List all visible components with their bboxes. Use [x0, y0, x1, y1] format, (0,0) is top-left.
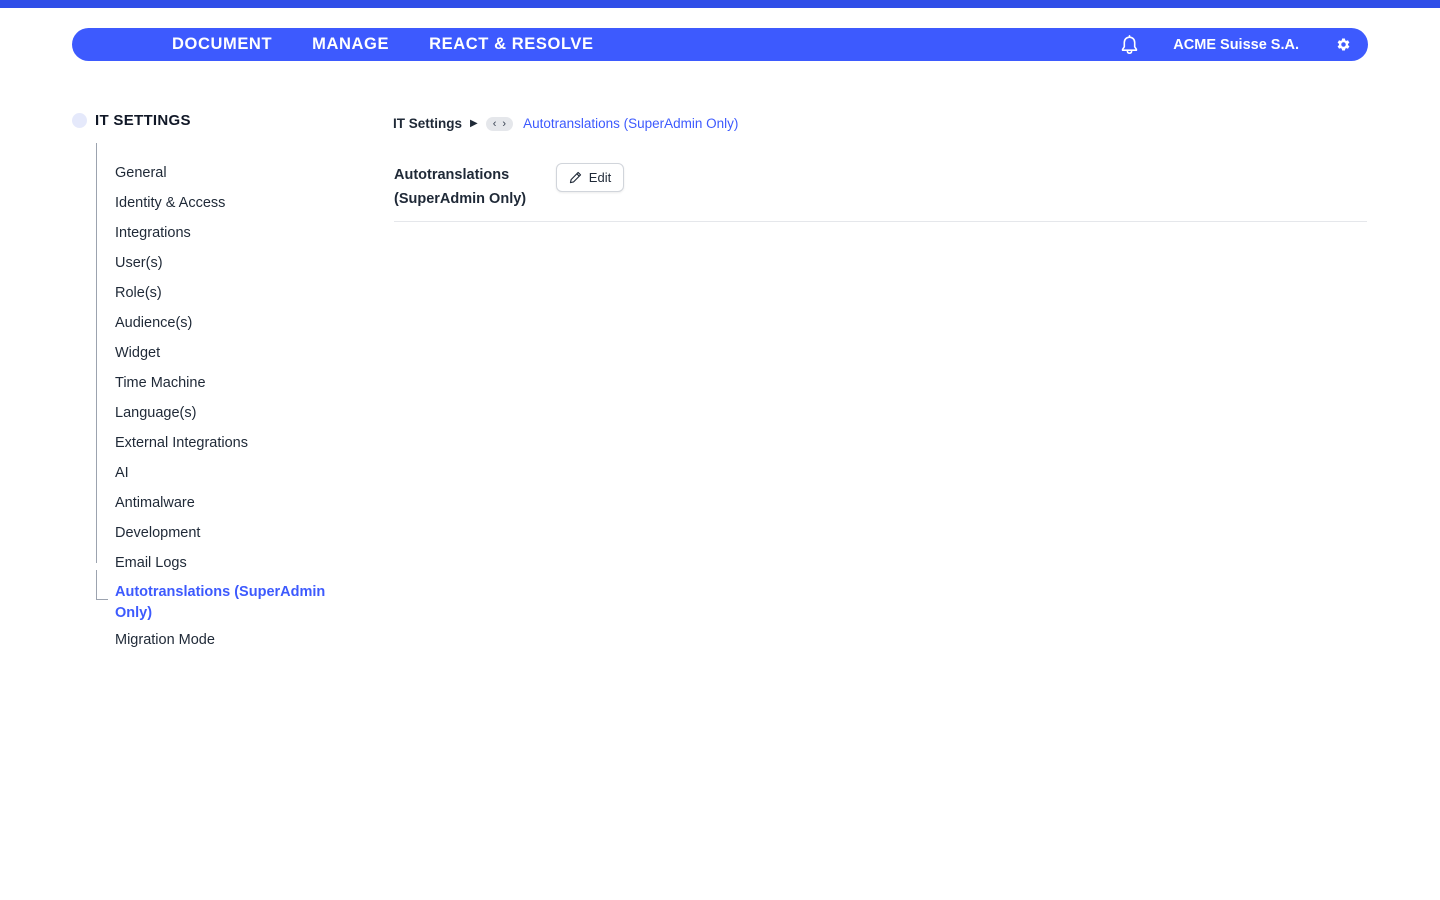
- sidebar-item-antimalware[interactable]: Antimalware: [115, 490, 345, 520]
- gear-icon[interactable]: [1335, 37, 1351, 53]
- sidebar-dot-icon: [72, 113, 87, 128]
- page-title: Autotranslations (SuperAdmin Only): [394, 167, 527, 207]
- pencil-icon: [569, 171, 582, 184]
- sidebar-item-autotranslations[interactable]: Autotranslations (SuperAdmin Only): [115, 580, 345, 627]
- edit-button-label: Edit: [588, 170, 612, 185]
- sidebar-item-users[interactable]: User(s): [115, 250, 345, 280]
- content-divider: [394, 221, 1367, 222]
- top-accent-strip: [0, 0, 1440, 8]
- tree-line: [96, 143, 97, 563]
- nav-tab-manage[interactable]: MANAGE: [312, 35, 389, 54]
- sidebar-item-ai[interactable]: AI: [115, 460, 345, 490]
- breadcrumb: IT Settings ▶ ‹ › Autotranslations (Supe…: [393, 116, 738, 131]
- sidebar-item-time-machine[interactable]: Time Machine: [115, 370, 345, 400]
- chevron-right-icon[interactable]: ›: [502, 117, 506, 131]
- top-navbar: DOCUMENT MANAGE REACT & RESOLVE ACME Sui…: [72, 28, 1368, 61]
- organization-name[interactable]: ACME Suisse S.A.: [1173, 37, 1299, 53]
- breadcrumb-sibling-nav: ‹ ›: [485, 116, 514, 131]
- sidebar-item-identity-access[interactable]: Identity & Access: [115, 190, 345, 220]
- breadcrumb-current[interactable]: Autotranslations (SuperAdmin Only): [523, 116, 738, 131]
- sidebar-item-audiences[interactable]: Audience(s): [115, 310, 345, 340]
- sidebar-nav: General Identity & Access Integrations U…: [115, 160, 345, 657]
- sidebar-header: IT SETTINGS: [72, 112, 191, 129]
- sidebar-item-languages[interactable]: Language(s): [115, 400, 345, 430]
- edit-button[interactable]: Edit: [556, 163, 624, 192]
- sidebar-item-general[interactable]: General: [115, 160, 345, 190]
- sidebar-item-widget[interactable]: Widget: [115, 340, 345, 370]
- sidebar-item-integrations[interactable]: Integrations: [115, 220, 345, 250]
- play-arrow-icon: ▶: [470, 118, 478, 129]
- nav-right-group: ACME Suisse S.A.: [1119, 34, 1368, 55]
- nav-tabs: DOCUMENT MANAGE REACT & RESOLVE: [172, 35, 634, 54]
- breadcrumb-root[interactable]: IT Settings: [393, 116, 462, 131]
- sidebar-title: IT SETTINGS: [95, 112, 191, 129]
- bell-icon[interactable]: [1119, 34, 1139, 55]
- nav-tab-document[interactable]: DOCUMENT: [172, 35, 272, 54]
- nav-tab-react-resolve[interactable]: REACT & RESOLVE: [429, 35, 594, 54]
- sidebar-item-email-logs[interactable]: Email Logs: [115, 550, 345, 580]
- chevron-left-icon[interactable]: ‹: [493, 117, 497, 131]
- sidebar-item-migration-mode[interactable]: Migration Mode: [115, 627, 345, 657]
- sidebar-item-development[interactable]: Development: [115, 520, 345, 550]
- tree-elbow: [96, 570, 108, 600]
- sidebar-item-external-integrations[interactable]: External Integrations: [115, 430, 345, 460]
- sidebar-item-roles[interactable]: Role(s): [115, 280, 345, 310]
